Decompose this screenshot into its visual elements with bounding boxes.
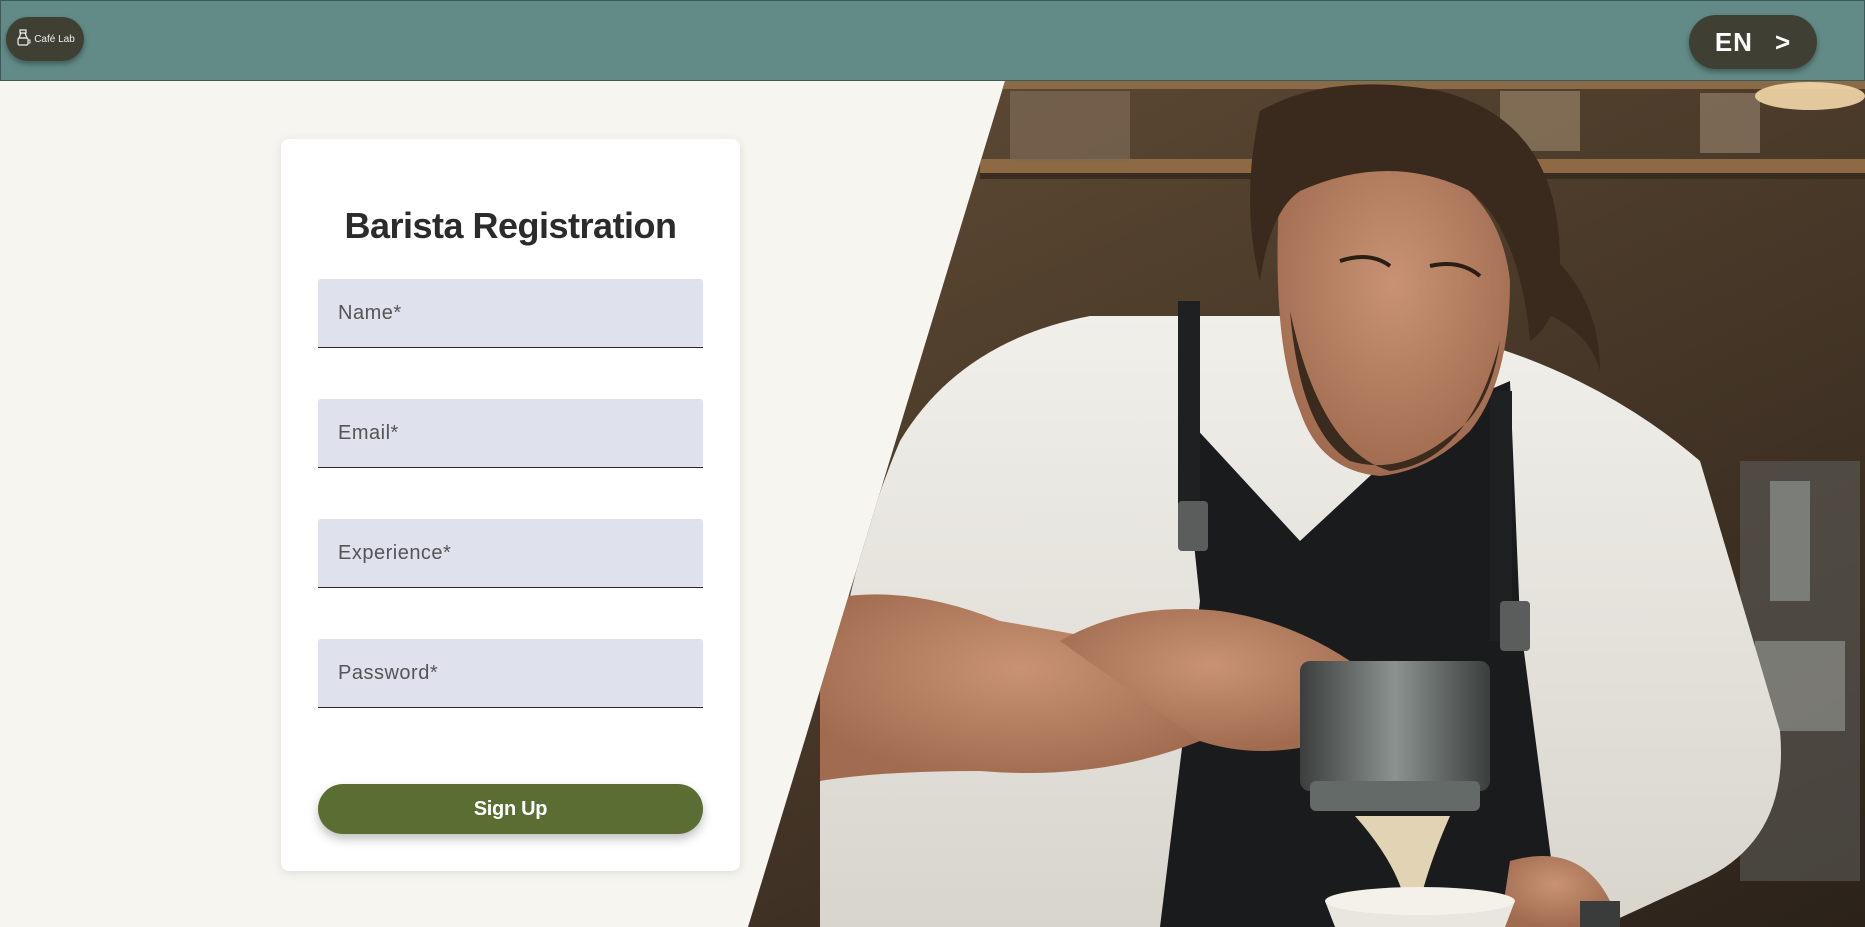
form-title: Barista Registration — [344, 205, 677, 246]
name-field-container — [318, 279, 703, 348]
experience-field-container — [318, 519, 703, 588]
password-field[interactable] — [318, 639, 703, 707]
logo-button[interactable]: Café Lab — [6, 17, 84, 61]
name-field[interactable] — [318, 279, 703, 347]
chevron-right-icon: > — [1774, 26, 1792, 57]
language-label: EN — [1714, 26, 1753, 57]
sign-up-button[interactable]: Sign Up — [318, 784, 703, 834]
language-selector-button[interactable]: EN > — [1689, 15, 1817, 69]
coffee-maker-icon — [15, 28, 31, 50]
top-bar: Café Lab EN > — [0, 0, 1865, 81]
registration-card: Barista Registration Sign Up — [281, 139, 740, 871]
email-field[interactable] — [318, 399, 703, 467]
experience-field[interactable] — [318, 519, 703, 587]
logo-text: Café Lab — [34, 33, 75, 45]
email-field-container — [318, 399, 703, 468]
password-field-container — [318, 639, 703, 708]
